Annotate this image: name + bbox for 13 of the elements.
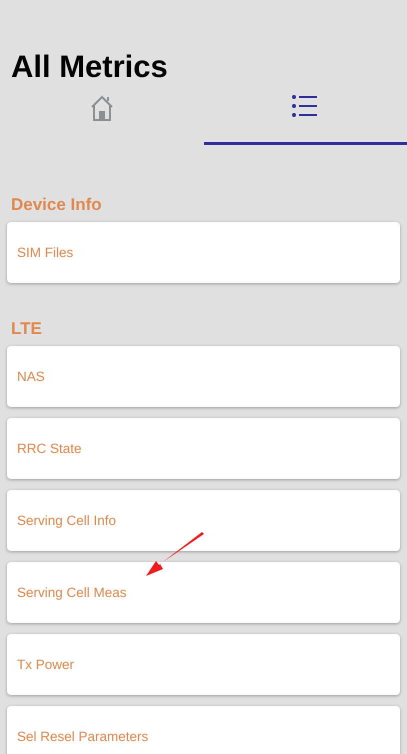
section-heading: LTE (10, 319, 43, 339)
section-heading: Device Info (10, 195, 103, 215)
metric-item[interactable]: RRC State (7, 418, 400, 479)
metric-item[interactable]: SIM Files (7, 222, 400, 283)
page-title: All Metrics (10, 48, 169, 86)
metric-item[interactable]: Sel Resel Parameters (7, 706, 400, 754)
metric-item[interactable]: Serving Cell Meas (7, 562, 400, 623)
metric-item[interactable]: Tx Power (7, 634, 400, 695)
home-icon (88, 94, 115, 122)
metric-item[interactable]: NAS (7, 346, 400, 407)
metric-item[interactable]: Serving Cell Info (7, 490, 400, 551)
annotation-arrow (144, 532, 206, 578)
list-icon (292, 94, 318, 118)
